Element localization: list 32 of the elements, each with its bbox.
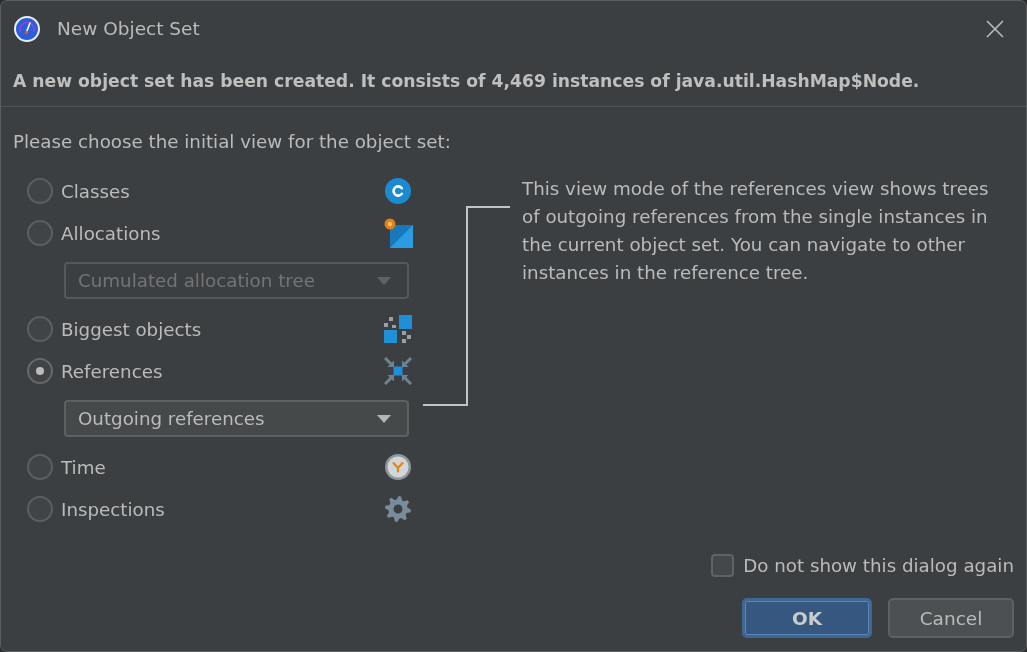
window-title: New Object Set — [57, 18, 200, 39]
class-c-icon — [385, 178, 411, 204]
checkbox[interactable] — [711, 554, 735, 577]
gauge-icon — [14, 15, 40, 42]
radio-button[interactable] — [27, 178, 53, 204]
squares-icon — [384, 315, 412, 343]
option-label[interactable]: Biggest objects — [61, 318, 202, 340]
radio-button[interactable] — [27, 316, 53, 342]
message-text: A new object set has been created. It consists of 4,469 instances of java.util.HashMap$Node. — [1, 56, 1026, 107]
option-label[interactable]: Inspections — [61, 498, 165, 520]
option-label[interactable]: References — [61, 360, 163, 382]
close-button[interactable] — [986, 19, 1004, 38]
cancel-button[interactable]: Cancel — [888, 598, 1014, 638]
checkbox-label[interactable]: Do not show this dialog again — [743, 555, 1014, 576]
gear-icon — [385, 496, 411, 522]
radio-button[interactable] — [27, 496, 53, 522]
caret-icon — [377, 276, 391, 285]
option-label[interactable]: Allocations — [61, 222, 161, 244]
caret-icon — [377, 414, 391, 423]
description-text: This view mode of the references view shows trees of outgoing references from the single instances in the current object set. You can navigate to other instances in the reference tree. — [522, 177, 990, 285]
clock-icon — [385, 454, 411, 480]
prompt-text: Please choose the initial view for the object set: — [13, 130, 451, 154]
radio-button[interactable] — [27, 454, 53, 480]
ok-button[interactable]: OK — [742, 598, 872, 638]
square-dot-icon — [383, 218, 413, 248]
option-label[interactable]: Classes — [61, 180, 130, 202]
close-icon — [986, 19, 1004, 38]
radio-button[interactable] — [27, 220, 53, 246]
dropdown[interactable]: Outgoing references — [64, 400, 409, 437]
radio-button[interactable] — [27, 358, 53, 384]
inward-arrows-icon — [384, 357, 412, 385]
option-label[interactable]: Time — [61, 456, 106, 478]
